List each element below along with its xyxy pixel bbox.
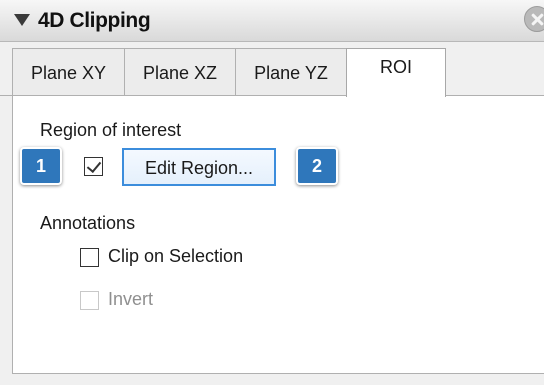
tab-roi[interactable]: ROI (346, 48, 446, 97)
tab-plane-yz[interactable]: Plane YZ (235, 48, 347, 95)
tab-plane-xy[interactable]: Plane XY (12, 48, 125, 95)
invert-label: Invert (108, 289, 154, 309)
close-icon[interactable] (524, 6, 544, 32)
panel-titlebar: 4D Clipping (0, 0, 544, 42)
tab-strip: Plane XY Plane XZ Plane YZ ROI (0, 48, 544, 97)
edit-region-button[interactable]: Edit Region... (122, 148, 276, 186)
callout-badge-1: 1 (20, 147, 62, 185)
clip-on-selection-checkbox[interactable] (80, 248, 99, 267)
invert-checkbox (80, 291, 99, 310)
tab-divider (0, 95, 544, 96)
collapse-arrow-icon[interactable] (14, 14, 30, 26)
tab-plane-xz[interactable]: Plane XZ (124, 48, 236, 95)
region-checkbox[interactable] (84, 157, 103, 176)
checkmark-icon (86, 157, 102, 174)
region-of-interest-label: Region of interest (40, 120, 182, 140)
clipping-panel: 4D Clipping Plane XY Plane XZ Plane YZ R… (0, 0, 544, 385)
annotations-label: Annotations (40, 213, 136, 233)
clip-on-selection-label[interactable]: Clip on Selection (108, 246, 243, 267)
panel-title: 4D Clipping (38, 9, 151, 32)
callout-badge-2: 2 (296, 147, 338, 185)
